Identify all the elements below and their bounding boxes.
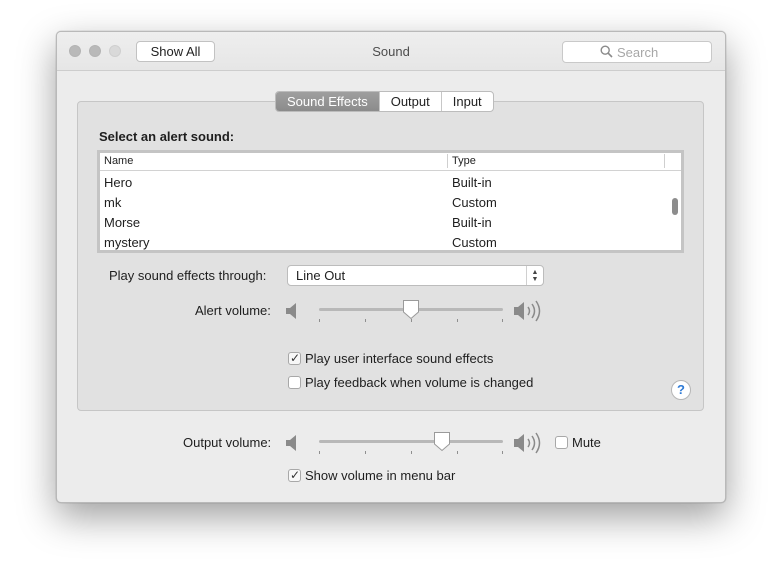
sound-type: Custom	[452, 235, 497, 250]
slider-tick	[319, 319, 320, 322]
sound-name: mk	[104, 195, 122, 210]
menu-bar-volume-label[interactable]: Show volume in menu bar	[305, 468, 455, 483]
table-row[interactable]: mk Custom	[100, 193, 670, 213]
slider-tick	[319, 451, 320, 454]
sound-name: Morse	[104, 215, 141, 230]
output-volume-label: Output volume:	[183, 435, 272, 450]
slider-tick	[457, 319, 458, 322]
speaker-low-icon	[285, 434, 301, 455]
help-button[interactable]: ?	[671, 380, 691, 400]
speaker-high-icon	[513, 299, 545, 326]
chevron-up-down-icon: ▲ ▼	[526, 266, 543, 285]
column-header-name[interactable]: Name	[104, 155, 133, 167]
slider-track	[319, 440, 503, 443]
slider-thumb[interactable]	[433, 431, 451, 455]
search-icon	[600, 45, 613, 61]
table-row[interactable]: Morse Built-in	[100, 213, 670, 233]
tab-output[interactable]: Output	[378, 92, 441, 111]
column-header-type[interactable]: Type	[452, 155, 476, 167]
table-row[interactable]: mystery Custom	[100, 233, 670, 253]
sound-name: Hero	[104, 175, 133, 190]
mute-checkbox[interactable]	[555, 436, 568, 449]
slider-tick	[502, 319, 503, 322]
search-field[interactable]: Search	[562, 41, 712, 63]
slider-thumb[interactable]	[402, 299, 420, 323]
slider-tick	[411, 451, 412, 454]
checkmark-icon: ✓	[290, 468, 301, 482]
output-volume-slider[interactable]	[319, 430, 503, 460]
table-row[interactable]: Hero Built-in	[100, 173, 670, 193]
feedback-label[interactable]: Play feedback when volume is changed	[305, 375, 533, 390]
play-through-label: Play sound effects through:	[109, 268, 267, 283]
feedback-checkbox[interactable]	[288, 376, 301, 389]
menu-bar-volume-checkbox[interactable]: ✓	[288, 468, 301, 482]
sound-preferences-window: Show All Sound Search Sound Effects Outp…	[56, 31, 726, 503]
alert-volume-slider[interactable]	[319, 298, 503, 328]
slider-tick	[365, 319, 366, 322]
column-divider	[664, 154, 665, 168]
slider-tick	[457, 451, 458, 454]
tab-bar: Sound Effects Output Input	[275, 91, 494, 112]
title-bar: Show All Sound Search	[57, 32, 725, 71]
table-header: Name Type	[100, 153, 681, 171]
column-divider	[447, 154, 448, 168]
search-placeholder: Search	[617, 45, 659, 60]
ui-sounds-label[interactable]: Play user interface sound effects	[305, 351, 493, 366]
ui-sounds-checkbox[interactable]: ✓	[288, 351, 301, 365]
play-through-value: Line Out	[296, 268, 346, 283]
sound-type: Built-in	[452, 215, 492, 230]
slider-tick	[502, 451, 503, 454]
checkmark-icon: ✓	[290, 351, 301, 365]
sound-type: Built-in	[452, 175, 492, 190]
slider-tick	[365, 451, 366, 454]
play-through-popup[interactable]: Line Out ▲ ▼	[287, 265, 544, 286]
speaker-low-icon	[285, 302, 301, 323]
table-scrollbar[interactable]	[672, 198, 678, 215]
mute-label[interactable]: Mute	[572, 435, 601, 450]
alert-volume-label: Alert volume:	[195, 303, 271, 318]
sound-name: mystery	[104, 235, 150, 250]
alert-sound-heading: Select an alert sound:	[99, 129, 235, 144]
sound-type: Custom	[452, 195, 497, 210]
tab-input[interactable]: Input	[440, 92, 493, 111]
tab-sound-effects[interactable]: Sound Effects	[276, 92, 379, 111]
alert-sound-table[interactable]: Name Type Hero Built-in mk Custom Morse …	[97, 150, 684, 253]
speaker-high-icon	[513, 431, 545, 458]
